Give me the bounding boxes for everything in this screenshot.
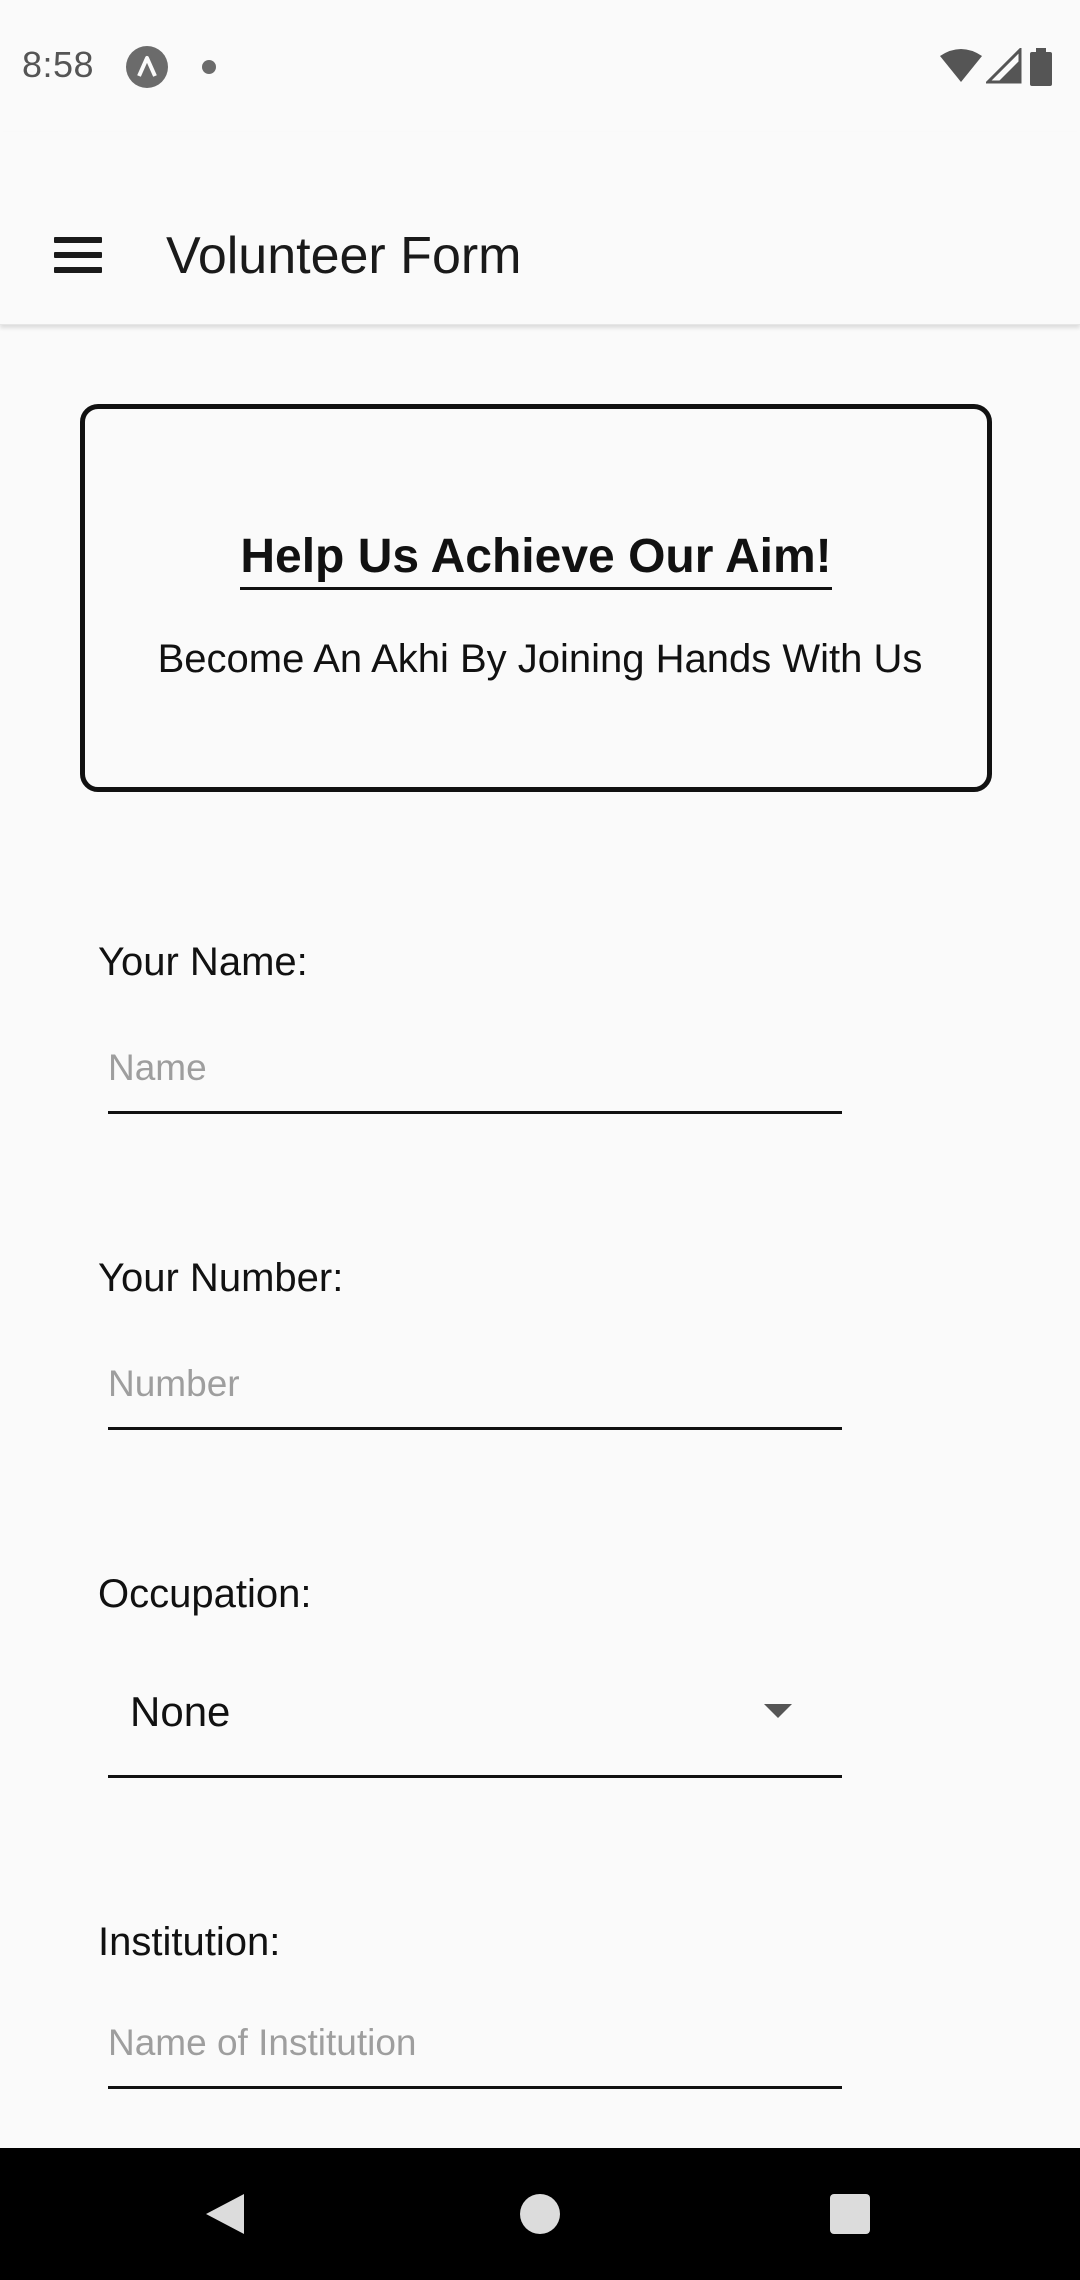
battery-icon	[1030, 48, 1052, 86]
status-time: 8:58	[22, 44, 95, 85]
notification-dot-icon	[202, 60, 216, 74]
institution-input[interactable]	[108, 1999, 842, 2089]
status-bar: 8:58	[0, 0, 1080, 132]
name-label: Your Name:	[98, 940, 308, 984]
wifi-icon	[940, 49, 982, 82]
occupation-select[interactable]: None	[108, 1652, 842, 1778]
back-triangle-icon[interactable]	[204, 2192, 246, 2236]
occupation-label: Occupation:	[98, 1572, 312, 1616]
recents-square-icon[interactable]	[830, 2194, 870, 2234]
page-title: Volunteer Form	[166, 227, 522, 285]
hero-title-text: Help Us Achieve Our Aim!	[240, 530, 832, 590]
number-input[interactable]	[108, 1340, 842, 1430]
hero-subtitle: Become An Akhi By Joining Hands With Us	[157, 637, 923, 681]
hamburger-menu-icon[interactable]	[48, 228, 108, 288]
hero-title: Help Us Achieve Our Aim!	[85, 529, 987, 590]
number-label: Your Number:	[98, 1256, 344, 1300]
caret-down-icon	[764, 1704, 792, 1718]
app-notification-icon	[126, 46, 168, 88]
home-circle-icon[interactable]	[520, 2194, 560, 2234]
cell-signal-icon	[986, 48, 1022, 84]
system-nav-bar	[0, 2148, 1080, 2280]
name-input[interactable]	[108, 1024, 842, 1114]
occupation-selected-value: None	[130, 1688, 231, 1735]
institution-label: Institution:	[98, 1920, 281, 1964]
app-bar: Volunteer Form	[0, 132, 1080, 325]
hero-card: Help Us Achieve Our Aim! Become An Akhi …	[80, 404, 992, 792]
